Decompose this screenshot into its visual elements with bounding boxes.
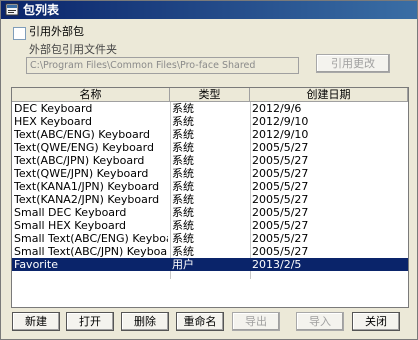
use-external-package-label[interactable]: 引用外部包	[29, 25, 84, 39]
external-folder-path-field: C:\Program Files\Common Files\Pro-face S…	[26, 57, 299, 74]
row-name: Text(KANA1/JPN) Keyboard	[14, 180, 160, 193]
row-type: 系统	[172, 128, 194, 141]
row-name: DEC Keyboard	[14, 102, 93, 115]
column-header-name[interactable]: 名称	[12, 88, 170, 101]
new-button[interactable]: 新建	[12, 312, 60, 331]
table-row[interactable]: Small Text(ABC/JPN) Keyboard 系统 2005/5/2…	[12, 245, 408, 258]
table-row[interactable]: Text(QWE/JPN) Keyboard 系统 2005/5/27	[12, 167, 408, 180]
row-date: 2013/2/5	[252, 258, 302, 271]
row-type: 系统	[172, 115, 194, 128]
row-name: Text(KANA2/JPN) Keyboard	[14, 193, 160, 206]
row-name: Text(ABC/ENG) Keyboard	[14, 128, 151, 141]
row-name: Small DEC Keyboard	[14, 206, 127, 219]
row-type: 系统	[172, 141, 194, 154]
row-date: 2005/5/27	[252, 167, 309, 180]
table-row[interactable]: DEC Keyboard 系统 2012/9/6	[12, 102, 408, 115]
row-type: 系统	[172, 206, 194, 219]
row-type: 系统	[172, 232, 194, 245]
open-button[interactable]: 打开	[66, 312, 114, 331]
export-button: 导出	[232, 312, 280, 331]
row-name: Text(QWE/ENG) Keyboard	[14, 141, 154, 154]
row-date: 2005/5/27	[252, 206, 309, 219]
package-list-window: 包列表 引用外部包 外部包引用文件夹 C:\Program Files\Comm…	[0, 0, 418, 340]
row-date: 2012/9/10	[252, 128, 309, 141]
row-date: 2005/5/27	[252, 245, 309, 258]
row-date: 2005/5/27	[252, 219, 309, 232]
import-button: 导入	[296, 312, 344, 331]
table-row[interactable]: Text(QWE/ENG) Keyboard 系统 2005/5/27	[12, 141, 408, 154]
row-type: 系统	[172, 193, 194, 206]
row-name: Favorite	[14, 258, 58, 271]
row-name: HEX Keyboard	[14, 115, 92, 128]
row-date: 2005/5/27	[252, 154, 309, 167]
row-date: 2012/9/10	[252, 115, 309, 128]
row-date: 2005/5/27	[252, 141, 309, 154]
row-type: 系统	[172, 245, 194, 258]
table-row[interactable]: Text(ABC/JPN) Keyboard 系统 2005/5/27	[12, 154, 408, 167]
row-name: Small Text(ABC/JPN) Keyboard	[14, 245, 168, 258]
table-row[interactable]: Small DEC Keyboard 系统 2005/5/27	[12, 206, 408, 219]
close-button[interactable]: 关闭	[352, 312, 400, 331]
row-name: Small HEX Keyboard	[14, 219, 127, 232]
column-header-date[interactable]: 创建日期	[250, 88, 408, 101]
row-date: 2005/5/27	[252, 232, 309, 245]
window-title: 包列表	[23, 3, 60, 17]
row-name: Text(ABC/JPN) Keyboard	[14, 154, 145, 167]
rename-button[interactable]: 重命名	[176, 312, 224, 331]
row-type: 用户	[172, 258, 194, 271]
use-external-package-checkbox[interactable]	[13, 27, 26, 40]
external-folder-label: 外部包引用文件夹	[29, 43, 117, 56]
row-name: Text(QWE/JPN) Keyboard	[14, 167, 149, 180]
package-table: 名称 类型 创建日期 DEC Keyboard 系统 2012/9/6 HEX …	[11, 87, 409, 308]
row-date: 2012/9/6	[252, 102, 302, 115]
title-bar: 包列表	[1, 1, 417, 19]
table-row[interactable]: Text(KANA1/JPN) Keyboard 系统 2005/5/27	[12, 180, 408, 193]
row-type: 系统	[172, 154, 194, 167]
table-row[interactable]: Small HEX Keyboard 系统 2005/5/27	[12, 219, 408, 232]
row-type: 系统	[172, 167, 194, 180]
row-type: 系统	[172, 219, 194, 232]
delete-button[interactable]: 删除	[121, 312, 169, 331]
row-type: 系统	[172, 180, 194, 193]
row-date: 2005/5/27	[252, 180, 309, 193]
package-icon	[5, 3, 19, 16]
table-row[interactable]: Text(KANA2/JPN) Keyboard 系统 2005/5/27	[12, 193, 408, 206]
row-name: Small Text(ABC/ENG) Keyboard	[14, 232, 168, 245]
row-date: 2005/5/27	[252, 193, 309, 206]
table-row[interactable]: Text(ABC/ENG) Keyboard 系统 2012/9/10	[12, 128, 408, 141]
table-row[interactable]: Small Text(ABC/ENG) Keyboard 系统 2005/5/2…	[12, 232, 408, 245]
column-header-type[interactable]: 类型	[170, 88, 250, 101]
table-row-selected[interactable]: Favorite 用户 2013/2/5	[12, 258, 408, 271]
change-reference-button: 引用更改	[316, 54, 390, 73]
table-header: 名称 类型 创建日期	[12, 88, 408, 102]
row-type: 系统	[172, 102, 194, 115]
table-row[interactable]: HEX Keyboard 系统 2012/9/10	[12, 115, 408, 128]
